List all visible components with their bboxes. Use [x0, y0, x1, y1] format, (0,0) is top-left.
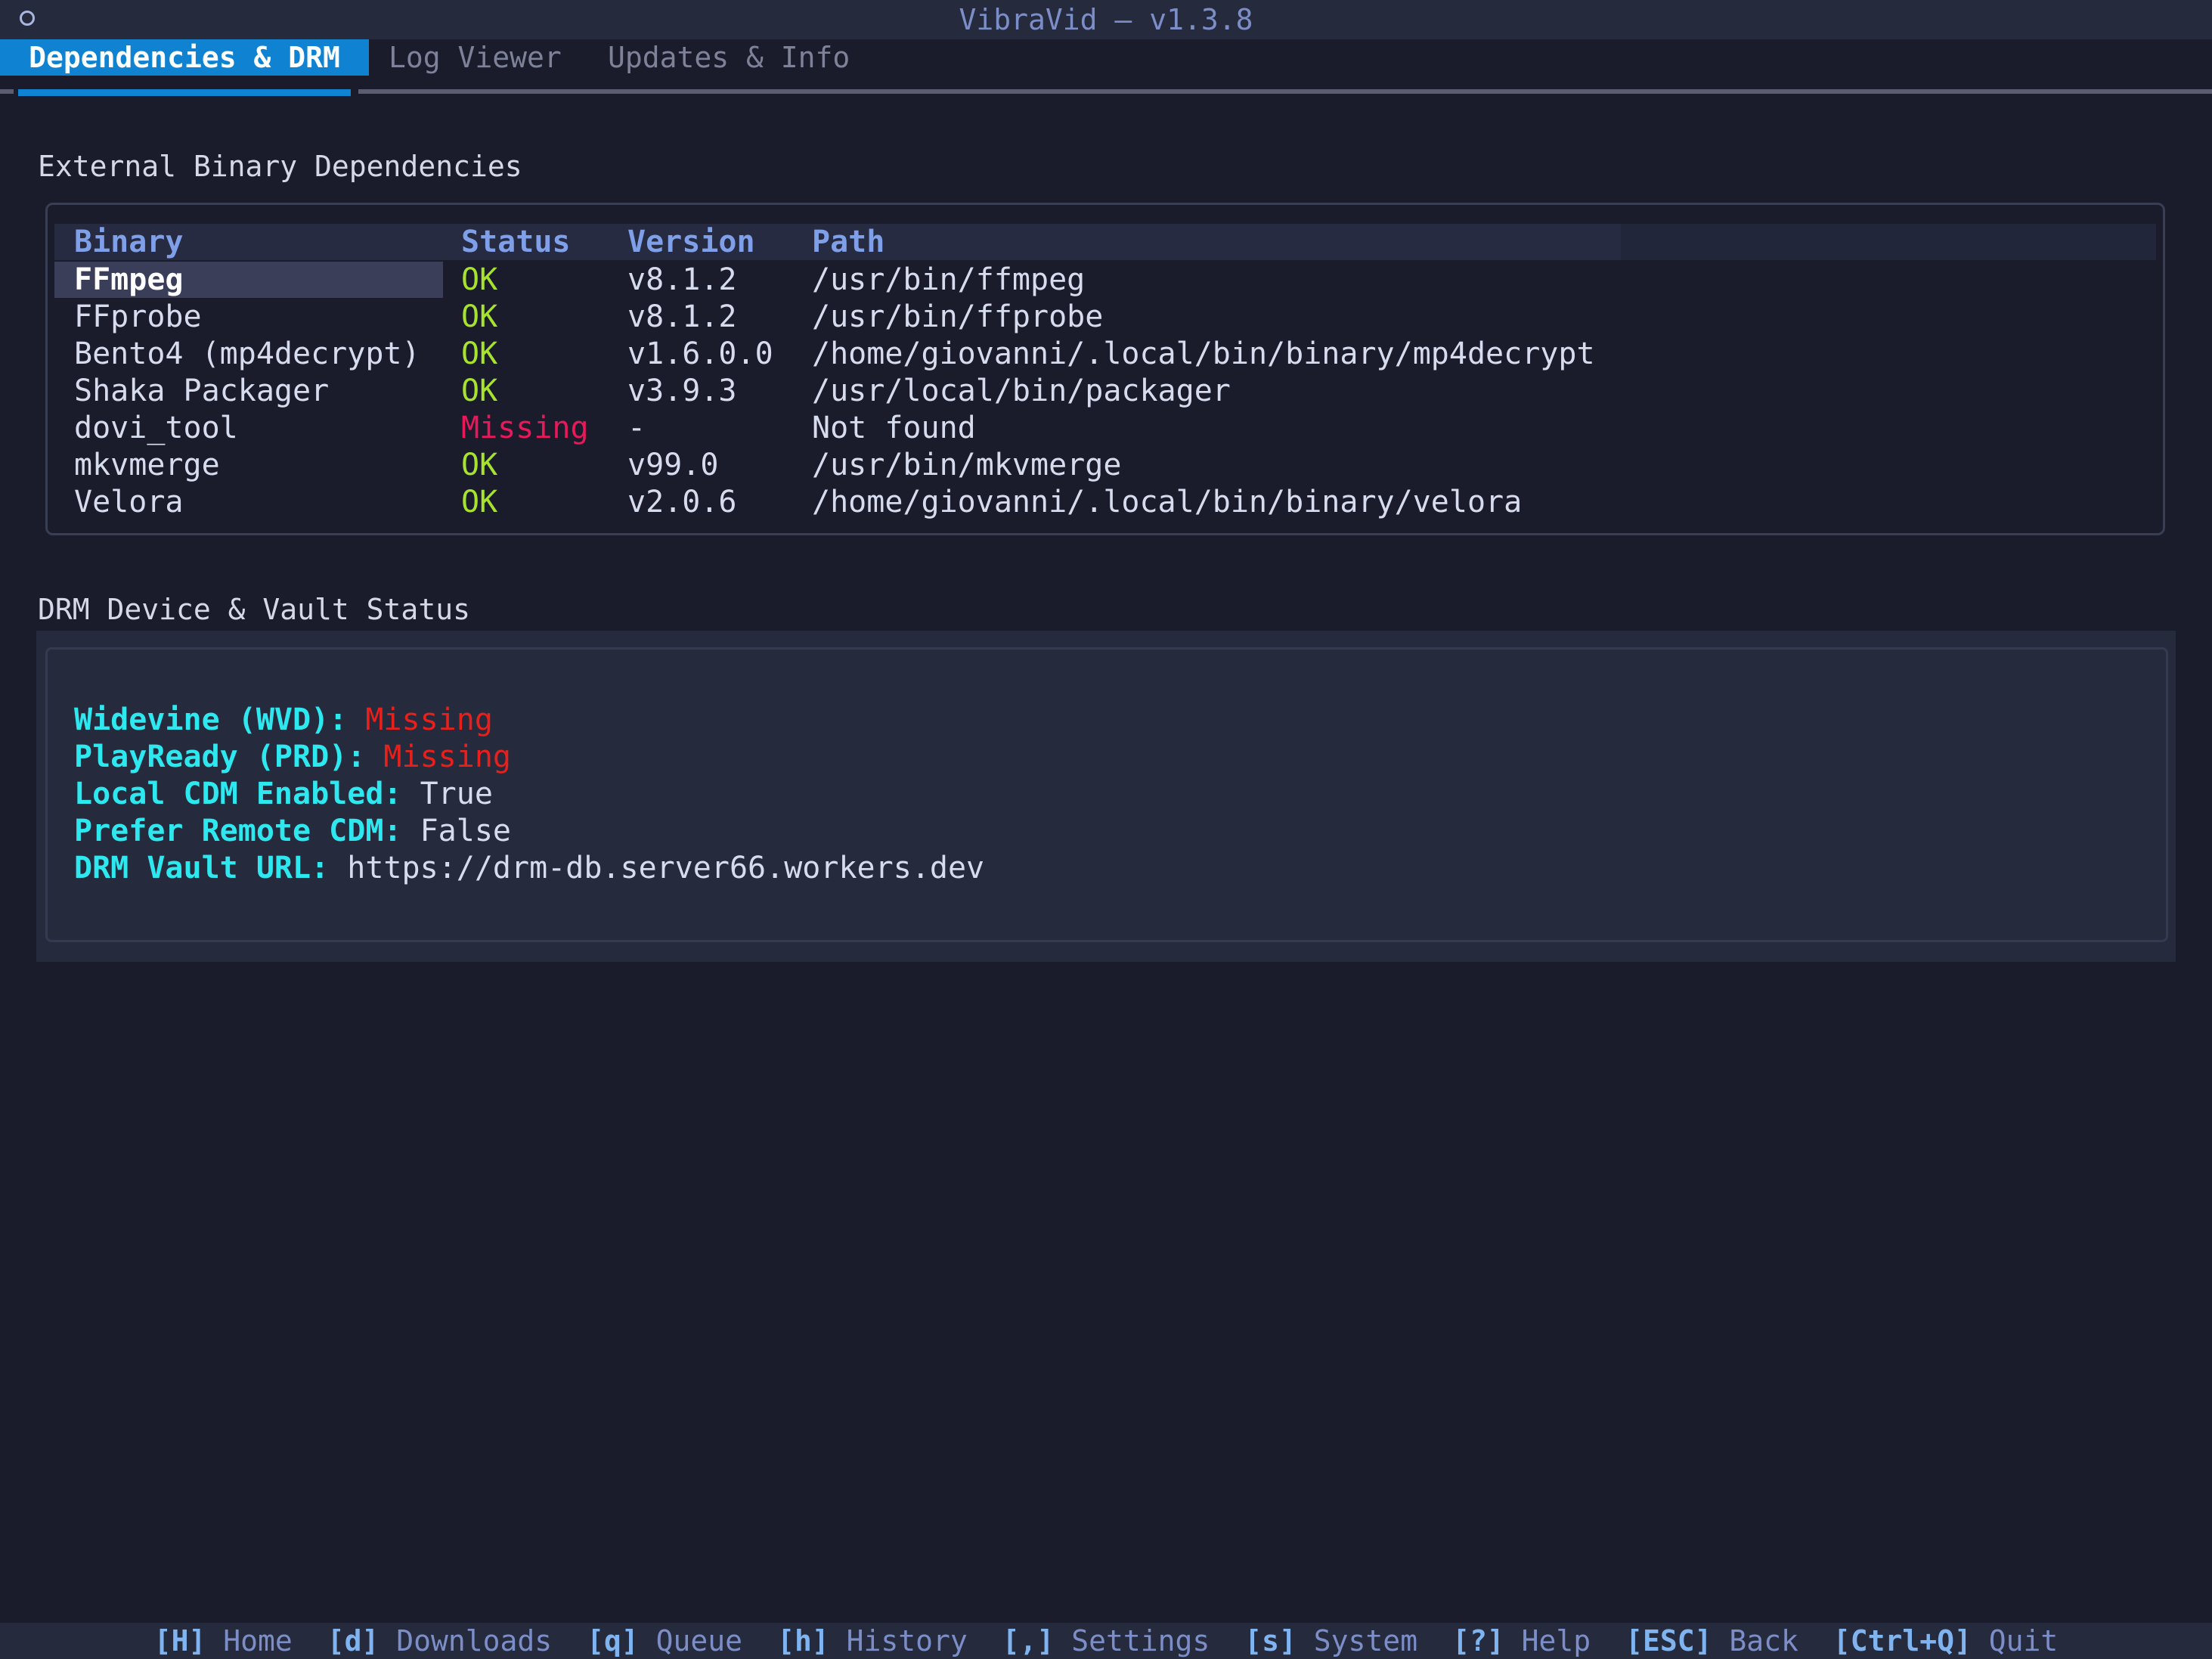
tab-rule-left	[0, 89, 14, 94]
deps-section-title: External Binary Dependencies	[38, 150, 522, 183]
dep-version-cell[interactable]: v8.1.2	[627, 299, 737, 336]
tab-log-viewer[interactable]: Log Viewer	[389, 39, 562, 76]
dep-path-cell[interactable]: Not found	[812, 410, 976, 447]
drm-status-item: DRM Vault URL: https://drm-db.server66.w…	[74, 850, 984, 887]
dep-path-cell[interactable]: /usr/local/bin/packager	[812, 373, 1231, 410]
tab-updates-info[interactable]: Updates & Info	[608, 39, 850, 76]
shortcut-key[interactable]: [q]	[587, 1624, 639, 1657]
dep-version-cell[interactable]: -	[627, 410, 646, 447]
dep-binary-cell[interactable]: dovi_tool	[74, 410, 238, 447]
dep-path-cell[interactable]: /usr/bin/mkvmerge	[812, 447, 1121, 484]
dep-version-cell[interactable]: v8.1.2	[627, 262, 737, 299]
dep-status-cell[interactable]: Missing	[461, 410, 589, 447]
active-tab-underline	[18, 89, 351, 96]
drm-status-key: Widevine (WVD):	[74, 702, 348, 737]
drm-status-item: Widevine (WVD): Missing	[74, 702, 493, 739]
shortcut-label[interactable]: Downloads	[379, 1624, 552, 1657]
dep-binary-cell[interactable]: Shaka Packager	[74, 373, 329, 410]
dep-binary-cell[interactable]: Velora	[74, 484, 184, 521]
dep-status-cell[interactable]: OK	[461, 373, 497, 410]
drm-status-item: Local CDM Enabled: True	[74, 776, 493, 813]
shortcut-label[interactable]: Back	[1712, 1624, 1798, 1657]
drm-status-value: Missing	[383, 740, 511, 774]
dep-path-cell[interactable]: /usr/bin/ffmpeg	[812, 262, 1085, 299]
col-header-version[interactable]: Version	[627, 224, 755, 261]
dep-version-cell[interactable]: v2.0.6	[627, 484, 737, 521]
dep-path-cell[interactable]: /home/giovanni/.local/bin/binary/velora	[812, 484, 1522, 521]
drm-status-value: True	[420, 777, 493, 811]
app-title: VibraVid — v1.3.8	[959, 3, 1253, 36]
dep-status-cell[interactable]: OK	[461, 299, 497, 336]
dep-binary-cell[interactable]: mkvmerge	[74, 447, 220, 484]
dep-status-cell[interactable]: OK	[461, 336, 497, 373]
shortcut-list: [H] Home [d] Downloads [q] Queue [h] Histor…	[0, 1623, 2212, 1659]
tab-bar: Dependencies & DRM Log Viewer Updates & …	[0, 39, 2212, 76]
shortcut-key[interactable]: [H]	[154, 1624, 206, 1657]
dep-version-cell[interactable]: v99.0	[627, 447, 718, 484]
shortcut-key[interactable]: [,]	[1002, 1624, 1055, 1657]
drm-status-value: https://drm-db.server66.workers.dev	[347, 851, 985, 885]
drm-status-value: Missing	[365, 702, 493, 737]
shortcut-label[interactable]: History	[829, 1624, 968, 1657]
dep-version-cell[interactable]: v1.6.0.0	[627, 336, 773, 373]
dep-status-cell[interactable]: OK	[461, 262, 497, 299]
shortcut-label[interactable]: Settings	[1054, 1624, 1210, 1657]
drm-status-key: PlayReady (PRD):	[74, 740, 366, 774]
tab-dependencies-drm[interactable]: Dependencies & DRM	[0, 39, 369, 76]
shortcut-key[interactable]: [h]	[777, 1624, 829, 1657]
deps-table-header	[54, 224, 2156, 260]
shortcut-label[interactable]: Quit	[1972, 1624, 2059, 1657]
drm-section-title: DRM Device & Vault Status	[38, 593, 470, 626]
dep-binary-cell[interactable]: FFprobe	[74, 299, 202, 336]
shortcut-key[interactable]: [?]	[1452, 1624, 1504, 1657]
drm-status-key: DRM Vault URL:	[74, 851, 330, 885]
dep-status-cell[interactable]: OK	[461, 484, 497, 521]
tab-rule-right	[358, 89, 2212, 94]
shortcut-label[interactable]: Help	[1504, 1624, 1591, 1657]
shortcut-bar: [H] Home [d] Downloads [q] Queue [h] Histor…	[0, 1623, 2212, 1659]
dep-path-cell[interactable]: /usr/bin/ffprobe	[812, 299, 1103, 336]
drm-status-key: Prefer Remote CDM:	[74, 814, 402, 848]
shortcut-key[interactable]: [s]	[1244, 1624, 1297, 1657]
drm-status-value: False	[420, 814, 511, 848]
shortcut-key[interactable]: [Ctrl+Q]	[1833, 1624, 1972, 1657]
dep-path-cell[interactable]: /home/giovanni/.local/bin/binary/mp4decr…	[812, 336, 1595, 373]
dep-binary-cell[interactable]: Bento4 (mp4decrypt)	[74, 336, 420, 373]
dep-version-cell[interactable]: v3.9.3	[627, 373, 737, 410]
col-header-path[interactable]: Path	[812, 224, 884, 261]
dep-status-cell[interactable]: OK	[461, 447, 497, 484]
title-bar: VibraVid — v1.3.8	[0, 0, 2212, 39]
shortcut-key[interactable]: [d]	[327, 1624, 380, 1657]
col-header-status[interactable]: Status	[461, 224, 571, 261]
drm-status-item: Prefer Remote CDM: False	[74, 813, 511, 850]
shortcut-key[interactable]: [ESC]	[1625, 1624, 1712, 1657]
shortcut-label[interactable]: Home	[206, 1624, 293, 1657]
shortcut-label[interactable]: System	[1297, 1624, 1417, 1657]
col-header-binary[interactable]: Binary	[74, 224, 184, 261]
dep-binary-cell[interactable]: FFmpeg	[74, 262, 184, 299]
drm-status-item: PlayReady (PRD): Missing	[74, 739, 511, 776]
shortcut-label[interactable]: Queue	[639, 1624, 742, 1657]
drm-status-key: Local CDM Enabled:	[74, 777, 402, 811]
